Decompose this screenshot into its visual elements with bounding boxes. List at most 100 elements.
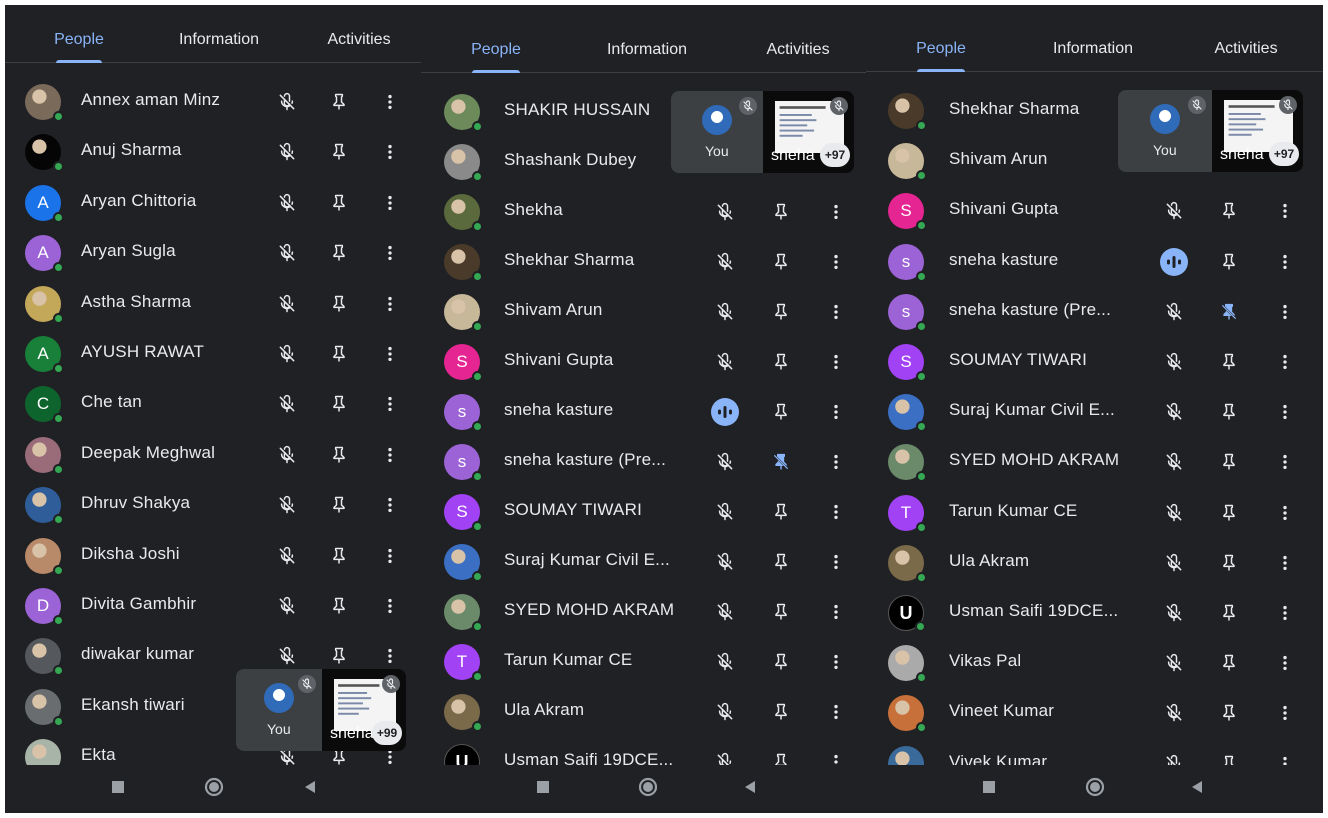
pin-icon[interactable] — [770, 351, 792, 373]
more-options-icon[interactable] — [379, 91, 401, 113]
home-button[interactable] — [204, 777, 224, 797]
tab-information[interactable]: Information — [1053, 40, 1133, 58]
participant-row[interactable]: T Tarun Kumar CE — [421, 637, 866, 687]
participant-row[interactable]: A Aryan Chittoria — [5, 178, 421, 228]
tab-people[interactable]: People — [471, 41, 521, 59]
more-options-icon[interactable] — [1274, 301, 1296, 323]
more-options-icon[interactable] — [825, 201, 847, 223]
pin-icon[interactable] — [770, 651, 792, 673]
more-options-icon[interactable] — [825, 251, 847, 273]
more-options-icon[interactable] — [825, 351, 847, 373]
participant-row[interactable]: A Aryan Sugla — [5, 228, 421, 278]
tab-activities[interactable]: Activities — [327, 31, 390, 49]
more-options-icon[interactable] — [825, 401, 847, 423]
more-options-icon[interactable] — [1274, 502, 1296, 524]
participant-row[interactable]: Ula Akram — [421, 687, 866, 737]
participant-row[interactable]: Diksha Joshi — [5, 531, 421, 581]
tab-people[interactable]: People — [916, 40, 966, 58]
participant-row[interactable]: Annex aman Minz — [5, 77, 421, 127]
more-options-icon[interactable] — [379, 343, 401, 365]
participant-row[interactable]: Deepak Meghwal — [5, 430, 421, 480]
more-options-icon[interactable] — [825, 301, 847, 323]
more-options-icon[interactable] — [379, 595, 401, 617]
more-options-icon[interactable] — [1274, 200, 1296, 222]
more-options-icon[interactable] — [1274, 552, 1296, 574]
participant-row[interactable]: Anuj Sharma — [5, 127, 421, 177]
participant-row[interactable]: Shekhar Sharma — [421, 237, 866, 287]
pin-icon[interactable] — [770, 551, 792, 573]
pin-icon[interactable] — [1218, 251, 1240, 273]
more-options-icon[interactable] — [379, 645, 401, 667]
pin-icon[interactable] — [328, 343, 350, 365]
pin-icon[interactable] — [328, 91, 350, 113]
participant-row[interactable]: T Tarun Kumar CE — [866, 488, 1323, 538]
pin-icon[interactable] — [328, 141, 350, 163]
pin-icon[interactable] — [770, 601, 792, 623]
participant-row[interactable]: Suraj Kumar Civil E... — [866, 387, 1323, 437]
participant-row[interactable]: Astha Sharma — [5, 279, 421, 329]
participant-row[interactable]: Vikas Pal — [866, 638, 1323, 688]
pin-icon[interactable] — [328, 494, 350, 516]
more-options-icon[interactable] — [379, 293, 401, 315]
pin-icon[interactable] — [1218, 401, 1240, 423]
pin-icon[interactable] — [328, 545, 350, 567]
participant-row[interactable]: S SOUMAY TIWARI — [866, 337, 1323, 387]
more-options-icon[interactable] — [379, 141, 401, 163]
more-options-icon[interactable] — [1274, 351, 1296, 373]
participant-row[interactable]: SYED MOHD AKRAM — [421, 587, 866, 637]
pin-icon[interactable] — [1218, 552, 1240, 574]
tab-information[interactable]: Information — [179, 31, 259, 49]
more-options-icon[interactable] — [1274, 702, 1296, 724]
more-options-icon[interactable] — [1274, 652, 1296, 674]
more-options-icon[interactable] — [825, 601, 847, 623]
more-options-icon[interactable] — [825, 451, 847, 473]
pin-icon[interactable] — [770, 301, 792, 323]
tab-activities[interactable]: Activities — [1214, 40, 1277, 58]
participant-row[interactable]: s sneha kasture — [866, 237, 1323, 287]
pin-icon[interactable] — [1218, 602, 1240, 624]
pin-icon[interactable] — [328, 645, 350, 667]
participant-row[interactable]: s sneha kasture (Pre... — [866, 287, 1323, 337]
more-options-icon[interactable] — [825, 701, 847, 723]
more-options-icon[interactable] — [1274, 451, 1296, 473]
pin-icon[interactable] — [1218, 652, 1240, 674]
more-options-icon[interactable] — [379, 494, 401, 516]
pin-icon[interactable] — [770, 201, 792, 223]
participant-row[interactable]: D Divita Gambhir — [5, 581, 421, 631]
participant-row[interactable]: Shivam Arun — [421, 287, 866, 337]
pin-icon[interactable] — [1218, 451, 1240, 473]
pin-icon[interactable] — [770, 701, 792, 723]
back-button[interactable] — [1187, 777, 1207, 797]
pin-icon[interactable] — [328, 242, 350, 264]
participant-row[interactable]: SYED MOHD AKRAM — [866, 437, 1323, 487]
participant-row[interactable]: Dhruv Shakya — [5, 480, 421, 530]
back-button[interactable] — [300, 777, 320, 797]
picture-in-picture-window[interactable]: You sneha +97 — [1118, 90, 1303, 172]
pin-icon[interactable] — [770, 401, 792, 423]
more-options-icon[interactable] — [379, 545, 401, 567]
participant-row[interactable]: Suraj Kumar Civil E... — [421, 537, 866, 587]
pin-icon[interactable] — [770, 251, 792, 273]
tab-activities[interactable]: Activities — [766, 41, 829, 59]
tab-information[interactable]: Information — [607, 41, 687, 59]
participant-row[interactable]: s sneha kasture — [421, 387, 866, 437]
unpin-icon[interactable] — [770, 451, 792, 473]
participant-row[interactable]: U Usman Saifi 19DCE... — [866, 588, 1323, 638]
more-options-icon[interactable] — [1274, 401, 1296, 423]
recents-button[interactable] — [108, 777, 128, 797]
pin-icon[interactable] — [328, 192, 350, 214]
tab-people[interactable]: People — [54, 31, 104, 49]
home-button[interactable] — [1085, 777, 1105, 797]
more-options-icon[interactable] — [379, 242, 401, 264]
picture-in-picture-window[interactable]: You sneha +97 — [671, 91, 854, 173]
pin-icon[interactable] — [1218, 200, 1240, 222]
more-options-icon[interactable] — [825, 651, 847, 673]
more-options-icon[interactable] — [825, 551, 847, 573]
participant-row[interactable]: Vineet Kumar — [866, 688, 1323, 738]
more-options-icon[interactable] — [379, 192, 401, 214]
pin-icon[interactable] — [328, 293, 350, 315]
pin-icon[interactable] — [1218, 351, 1240, 373]
pin-icon[interactable] — [770, 501, 792, 523]
more-options-icon[interactable] — [379, 393, 401, 415]
more-options-icon[interactable] — [825, 501, 847, 523]
